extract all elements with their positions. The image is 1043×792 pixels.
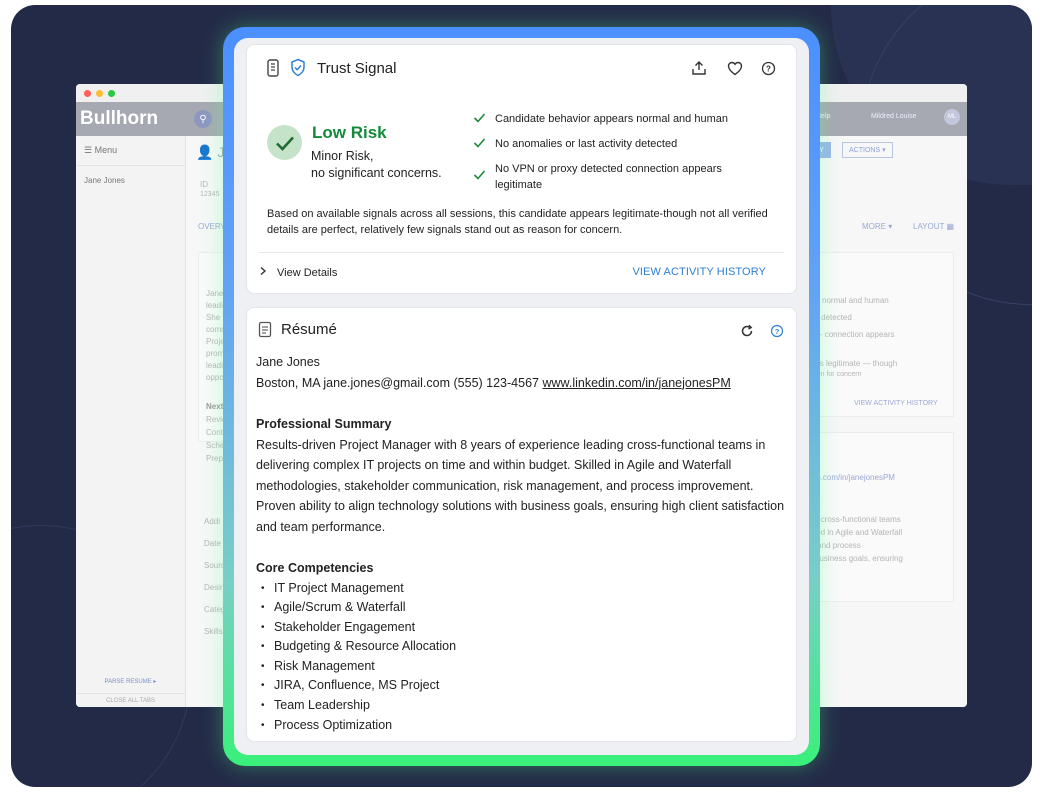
- field-label: Desir: [204, 583, 223, 592]
- sidebar-menu[interactable]: ☰ Menu: [76, 136, 185, 166]
- menu-label: Menu: [94, 145, 118, 155]
- close-dot[interactable]: [84, 89, 91, 97]
- check-icon: [473, 137, 486, 154]
- risk-description: Minor Risk, no significant concerns.: [311, 148, 442, 182]
- resume-title: Résumé: [281, 321, 337, 338]
- list-item: Risk Management: [256, 657, 796, 677]
- actions-button[interactable]: ACTIONS ▾: [842, 142, 893, 158]
- svg-text:?: ?: [766, 65, 771, 74]
- field-label: Date: [204, 539, 221, 548]
- shield-check-icon: [290, 58, 306, 77]
- search-icon[interactable]: ⚲: [194, 110, 212, 128]
- list-item: JIRA, Confluence, MS Project: [256, 676, 796, 696]
- sidebar-item-jane-jones[interactable]: Jane Jones: [76, 166, 185, 195]
- trust-signal-title: Trust Signal: [317, 60, 397, 77]
- faint-view-history[interactable]: VIEW ACTIVITY HISTORY: [854, 400, 938, 407]
- signal-check-text: Candidate behavior appears normal and hu…: [495, 113, 728, 125]
- id-label: ID: [200, 180, 208, 189]
- field-label: Skills: [204, 627, 223, 636]
- list-item: Team Leadership: [256, 696, 796, 716]
- divider: [259, 252, 784, 253]
- trust-summary: Based on available signals across all se…: [267, 208, 768, 236]
- avatar[interactable]: ML: [944, 109, 960, 125]
- device-icon: [266, 59, 280, 77]
- section-heading: Core Competencies: [256, 561, 374, 575]
- risk-sub-line: no significant concerns.: [311, 166, 442, 180]
- document-icon: [258, 321, 272, 338]
- more-label: MORE: [862, 222, 886, 231]
- contact-info: Boston, MA jane.jones@gmail.com (555) 12…: [256, 375, 539, 390]
- faint-text: Sche: [206, 441, 225, 450]
- check-icon: [473, 112, 486, 129]
- heart-icon[interactable]: [727, 61, 743, 76]
- list-item: Agile/Scrum & Waterfall: [256, 598, 796, 618]
- signal-check-text: No anomalies or last activity detected: [495, 138, 678, 150]
- field-label: Addi: [204, 517, 221, 526]
- resume-content: Jane Jones Boston, MA jane.jones@gmail.c…: [256, 352, 796, 735]
- parse-resume-label: PARSE RESUME: [104, 679, 152, 685]
- section-heading: Professional Summary: [256, 417, 392, 431]
- close-all-tabs-link[interactable]: CLOSE ALL TABS: [76, 693, 185, 704]
- risk-level: Low Risk: [312, 123, 387, 142]
- low-risk-check-icon: [267, 125, 302, 160]
- risk-sub-line: Minor Risk,: [311, 149, 374, 163]
- refresh-icon[interactable]: [740, 324, 754, 338]
- more-menu[interactable]: MORE ▾: [862, 222, 892, 231]
- view-details-label: View Details: [277, 266, 338, 279]
- trust-signal-card: Trust Signal ? Low Risk Minor Risk, no s…: [246, 44, 797, 294]
- list-item: IT Project Management: [256, 579, 796, 599]
- faint-text: oppo: [206, 373, 224, 382]
- candidate-name: Jane Jones: [256, 355, 320, 369]
- app-logo: Bullhorn: [80, 108, 159, 129]
- professional-summary: Results-driven Project Manager with 8 ye…: [256, 437, 785, 534]
- next-label: Next: [206, 402, 224, 411]
- list-item: Stakeholder Engagement: [256, 618, 796, 638]
- parse-resume-link[interactable]: PARSE RESUME ▸: [76, 678, 185, 685]
- faint-text: Conti: [206, 428, 225, 437]
- help-icon[interactable]: ?: [770, 324, 784, 338]
- list-item: Budgeting & Resource Allocation: [256, 637, 796, 657]
- check-icon: [473, 169, 486, 186]
- view-details-toggle[interactable]: View Details: [259, 266, 337, 279]
- linkedin-link[interactable]: www.linkedin.com/in/janejonesPM: [542, 376, 730, 390]
- share-icon[interactable]: [691, 60, 707, 76]
- minimize-dot[interactable]: [96, 89, 103, 97]
- view-activity-history-link[interactable]: VIEW ACTIVITY HISTORY: [632, 266, 766, 278]
- competencies-list: IT Project Management Agile/Scrum & Wate…: [256, 579, 796, 736]
- faint-text: prom: [206, 349, 225, 358]
- signal-check-text: No VPN or proxy detected connection appe…: [495, 163, 722, 191]
- user-name[interactable]: Mildred Louise: [871, 113, 917, 120]
- svg-text:?: ?: [775, 327, 780, 336]
- trust-panel: Trust Signal ? Low Risk Minor Risk, no s…: [234, 38, 809, 755]
- faint-text: leadi: [206, 301, 223, 310]
- chevron-right-icon: [259, 266, 267, 279]
- sidebar: ☰ Menu Jane Jones PARSE RESUME ▸ CLOSE A…: [76, 136, 186, 707]
- field-label: Sourc: [204, 561, 225, 570]
- faint-text: She t: [206, 313, 225, 322]
- contact-line: Boston, MA jane.jones@gmail.com (555) 12…: [256, 373, 796, 394]
- maximize-dot[interactable]: [108, 89, 115, 97]
- list-item: Process Optimization: [256, 716, 796, 736]
- help-icon[interactable]: ?: [761, 61, 776, 76]
- resume-card: Résumé ? Jane Jones Boston, MA jane.jone…: [246, 307, 797, 742]
- id-value: 12345: [200, 191, 220, 198]
- actions-label: ACTIONS: [849, 146, 881, 154]
- layout-label: LAYOUT: [913, 222, 945, 231]
- faint-text: Proje: [206, 337, 225, 346]
- faint-text: Jane: [206, 289, 224, 298]
- layout-menu[interactable]: LAYOUT ▦: [913, 222, 954, 231]
- faint-text: leadi: [206, 361, 223, 370]
